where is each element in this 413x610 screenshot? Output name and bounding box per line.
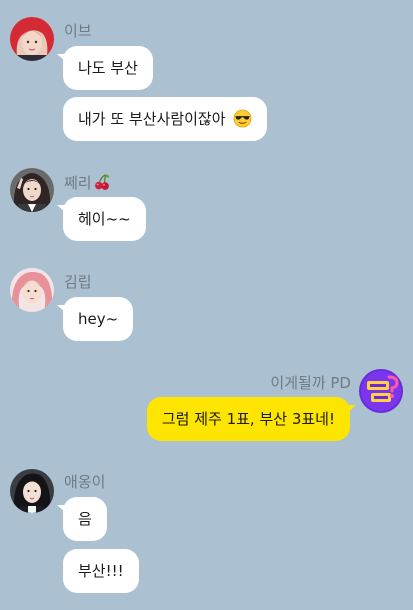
avatar-pd[interactable] [359,369,403,413]
sender-name: 이브 [64,22,92,40]
message-bubble[interactable]: 헤이~~ [57,197,146,241]
message-text: 헤이~~ [78,210,131,228]
message-text: 내가 또 부산사람이잖아 [78,110,226,128]
avatar-jjeri[interactable] [10,168,54,212]
sender-name: 쩨리 [64,173,111,192]
message-text: 그럼 제주 1표, 부산 3표네! [161,410,335,428]
message-text: hey~ [78,310,119,328]
avatar-kimlip[interactable] [10,268,54,312]
message-bubble[interactable]: hey~ [56,297,134,341]
cherry-emoji-icon [93,173,111,191]
message-bubble[interactable]: 내가 또 부산사람이잖아 [63,97,268,141]
message-text: 나도 부산 [78,59,138,77]
avatar-aeongi[interactable] [10,469,54,513]
sender-name: 애옹이 [64,473,106,491]
message-bubble[interactable]: 그럼 제주 1표, 부산 3표네! [146,397,357,441]
sender-name: 김립 [64,273,92,291]
message-bubble[interactable]: 음 [57,497,107,541]
sender-name-text: 쩨리 [64,174,92,192]
message-bubble[interactable]: 부산!!! [63,549,139,593]
sunglasses-emoji-icon [233,101,252,128]
avatar-eve[interactable] [10,17,54,61]
message-bubble[interactable]: 나도 부산 [57,46,153,90]
sender-name: 이게될까 PD [270,374,351,392]
message-text: 음 [78,510,92,528]
message-text: 부산!!! [78,562,124,580]
